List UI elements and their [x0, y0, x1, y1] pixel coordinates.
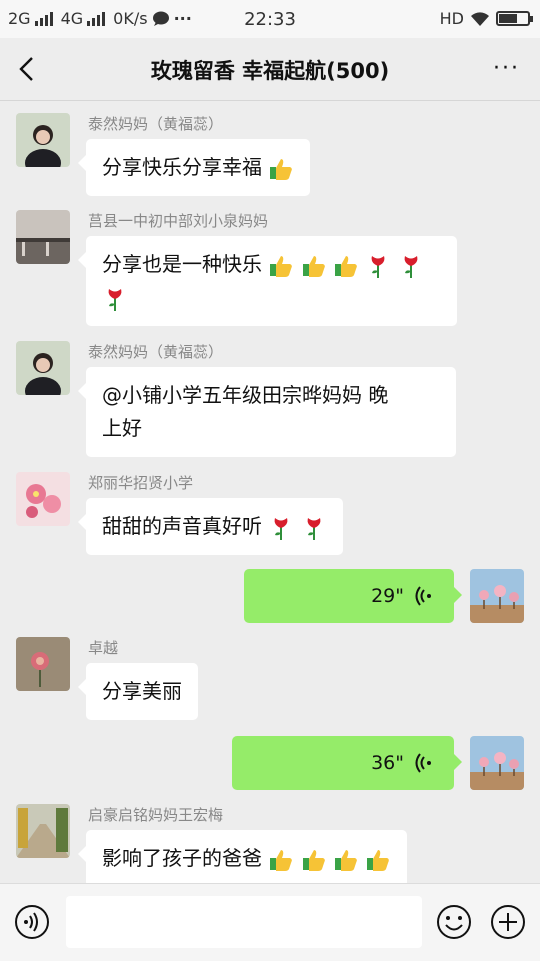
rose-emoji-icon	[274, 517, 288, 540]
rose-emoji-icon	[307, 517, 321, 540]
battery-icon	[496, 11, 533, 26]
message-text: 分享快乐分享幸福	[102, 155, 262, 179]
status-right: HD	[439, 9, 533, 28]
sender-name: 启豪启铭妈妈王宏梅	[88, 806, 224, 824]
rose-emoji-icon	[404, 255, 418, 278]
status-bar: 2G 4G 0K/s ··· 22:33 HD	[0, 0, 540, 38]
voice-duration: 29"	[371, 585, 404, 607]
voice-wave-icon	[415, 586, 431, 606]
thumbs-up-emoji-icon	[302, 255, 325, 277]
message-bubble[interactable]: 甜甜的声音真好听	[78, 498, 343, 555]
self-voice-message: 36"	[0, 734, 540, 790]
input-bar	[0, 883, 540, 961]
plus-icon[interactable]	[490, 904, 526, 940]
message-text: @小铺小学五年级田宗晔妈妈 晚	[102, 383, 389, 407]
thumbs-up-emoji-icon	[367, 849, 390, 871]
message-text: 影响了孩子的爸爸	[102, 846, 262, 870]
sender-name: 郑丽华招贤小学	[88, 474, 194, 492]
thumbs-up-emoji-icon	[270, 255, 293, 277]
self-voice-message: 29"	[0, 567, 540, 623]
avatar[interactable]	[16, 637, 70, 691]
avatar[interactable]	[16, 113, 70, 167]
thumbs-up-emoji-icon	[335, 255, 357, 277]
sender-name: 泰然妈妈（黄福蕊）	[88, 115, 224, 133]
thumbs-up-emoji-icon	[302, 849, 325, 871]
message-text: 上好	[102, 416, 142, 440]
message-input[interactable]	[66, 896, 422, 948]
hd-label: HD	[439, 9, 464, 28]
emoji-icon[interactable]	[436, 904, 472, 940]
message-text: 分享也是一种快乐	[102, 252, 262, 276]
sender-name: 卓越	[88, 639, 119, 657]
message-text: 甜甜的声音真好听	[102, 514, 262, 538]
avatar[interactable]	[16, 804, 70, 858]
message-bubble[interactable]: 分享美丽	[78, 663, 198, 720]
sender-name: 泰然妈妈（黄福蕊）	[88, 343, 224, 361]
avatar[interactable]	[16, 341, 70, 395]
voice-wave-icon	[415, 753, 431, 773]
message-bubble[interactable]: 分享也是一种快乐	[78, 236, 457, 326]
voice-bubble[interactable]: 29"	[244, 569, 462, 623]
avatar[interactable]	[470, 569, 524, 623]
avatar[interactable]	[16, 472, 70, 526]
avatar[interactable]	[16, 210, 70, 264]
chat-title: 玫瑰留香 幸福起航(500)	[150, 59, 390, 83]
voice-duration: 36"	[371, 752, 404, 774]
avatar[interactable]	[470, 736, 524, 790]
chat-header: 玫瑰留香 幸福起航(500) ···	[0, 38, 540, 101]
message-bubble[interactable]: 影响了孩子的爸爸	[77, 830, 408, 883]
wifi-icon	[471, 11, 489, 26]
voice-bubble[interactable]: 36"	[232, 736, 462, 790]
message-list[interactable]: 泰然妈妈（黄福蕊） 分享快乐分享幸福 莒县一中初中部刘小泉妈妈 分享也是一种快乐…	[0, 101, 540, 883]
message-text: 分享美丽	[102, 679, 182, 703]
more-options-button[interactable]: ···	[493, 56, 520, 81]
rose-emoji-icon	[108, 288, 122, 311]
thumbs-up-emoji-icon	[270, 849, 293, 871]
message-bubble[interactable]: @小铺小学五年级田宗晔妈妈 晚 上好	[78, 367, 456, 457]
sender-name: 莒县一中初中部刘小泉妈妈	[88, 212, 269, 230]
thumbs-up-emoji-icon	[270, 158, 293, 180]
thumbs-up-emoji-icon	[335, 849, 357, 871]
rose-emoji-icon	[372, 255, 385, 278]
voice-input-icon[interactable]	[14, 904, 50, 940]
message-bubble[interactable]: 分享快乐分享幸福	[77, 139, 311, 196]
